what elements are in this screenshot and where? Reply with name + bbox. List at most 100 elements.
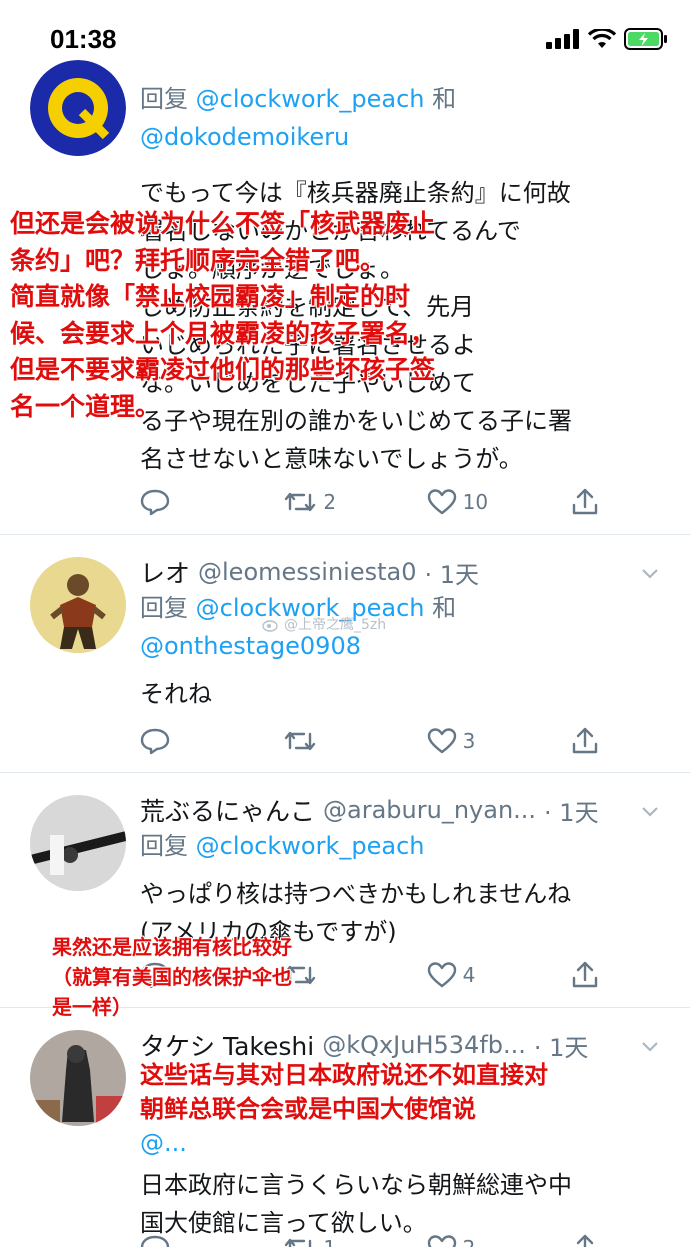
reply-prefix: 回复 (140, 594, 188, 622)
chevron-down-icon[interactable] (638, 799, 662, 823)
tweet-4[interactable]: タケシ Takeshi @kQxJuH534fb... · 1天 @... 日本… (0, 1008, 690, 1247)
like-button[interactable]: 3 (427, 727, 527, 755)
avatar[interactable] (30, 1030, 126, 1126)
tweet-actions: 1 2 (140, 1228, 600, 1247)
mention-link[interactable]: @... (140, 1129, 187, 1157)
share-button[interactable] (570, 487, 600, 517)
like-count: 10 (462, 490, 489, 514)
reply-and: 和 (432, 85, 457, 113)
tweet-actions: 2 10 (140, 482, 600, 522)
tweet-time[interactable]: · 1天 (425, 555, 480, 590)
reply-prefix: 回复 (140, 85, 188, 113)
reply-prefix: 回复 (140, 832, 188, 860)
godzilla-avatar-icon (30, 1030, 126, 1126)
like-count: 3 (462, 729, 476, 753)
retweet-button[interactable]: 1 (283, 1235, 383, 1247)
mention-link[interactable]: @onthestage0908 (140, 632, 361, 660)
avatar[interactable] (30, 557, 126, 653)
chevron-down-icon[interactable] (638, 1034, 662, 1058)
annotation-line: 但还是会被说为什么不签「核武器废止 (10, 209, 436, 238)
reply-and: 和 (432, 594, 457, 622)
battery-charging-icon (624, 28, 667, 50)
author-handle[interactable]: @leomessiniesta0 (198, 558, 416, 586)
like-count: 2 (463, 1236, 476, 1247)
retweet-count: 1 (323, 1236, 336, 1247)
avatar[interactable] (30, 60, 126, 156)
reply-to-line: @... (140, 1124, 660, 1162)
annotation-overlay-3: 这些话与其对日本政府说还不如直接对 朝鲜总联合会或是中国大使馆说 (140, 1058, 680, 1126)
like-button[interactable]: 2 (427, 1234, 527, 1247)
retweet-count: 2 (323, 490, 337, 514)
annotation-line: 这些话与其对日本政府说还不如直接对 (140, 1061, 548, 1089)
tweet-text: それね (140, 680, 212, 708)
annotation-line: 简直就像「禁止校园霸凌」制定的时 (10, 282, 411, 311)
tweet-text-line: やっぱり核は持つべきかもしれませんね (140, 880, 572, 908)
annotation-line: 是一样） (52, 995, 132, 1019)
tweet-time[interactable]: · 1天 (544, 793, 599, 828)
author-name[interactable]: 荒ぶるにゃんこ (140, 792, 315, 828)
tweet-2[interactable]: レオ @leomessiniesta0 · 1天 回复 @clockwork_p… (0, 535, 690, 773)
annotation-line: （就算有美国的核保护伞也 (52, 965, 292, 989)
tweet-text-line: 名させないと意味ないでしょうが。 (140, 445, 523, 473)
retweet-button[interactable]: 2 (283, 489, 383, 515)
retweet-icon (285, 492, 316, 512)
annotation-line: 名一个道理。 (10, 391, 161, 421)
heart-icon (427, 1235, 456, 1247)
q-logo-avatar-icon (30, 60, 126, 156)
share-button[interactable] (570, 1233, 600, 1247)
author-handle[interactable]: @kQxJuH534fb... (322, 1031, 526, 1059)
reply-to-line: 回复 @clockwork_peach 和 @dokodemoikeru (140, 80, 660, 156)
heart-icon (427, 489, 456, 515)
mention-link[interactable]: @clockwork_peach (196, 832, 425, 860)
annotation-line: 果然还是应该拥有核比较好 (52, 935, 292, 959)
retweet-icon (285, 1238, 312, 1247)
like-button[interactable]: 10 (427, 488, 527, 516)
retweet-button[interactable] (283, 728, 383, 754)
watermark-text: @上帝之鹰_5zh (284, 617, 387, 633)
heart-icon (427, 728, 456, 754)
mention-link[interactable]: @dokodemoikeru (140, 123, 349, 151)
weibo-icon (262, 620, 278, 632)
reply-icon (140, 1235, 170, 1247)
reply-to-line: 回复 @clockwork_peach 和 @onthestage0908 (140, 589, 660, 665)
author-handle[interactable]: @araburu_nyan... (323, 796, 536, 824)
tweet-text-line: 日本政府に言うくらいなら朝鮮総連や中 (140, 1171, 572, 1199)
like-count: 4 (462, 963, 476, 987)
annotation-overlay-1: 但还是会被说为什么不签「核武器废止 条约」吧？拜托顺序完全错了吧。 简直就像「禁… (10, 206, 590, 425)
tweet-header: レオ @leomessiniesta0 · 1天 (140, 555, 660, 589)
status-time: 01:38 (50, 24, 117, 54)
share-icon (572, 961, 598, 988)
share-icon (576, 1234, 594, 1247)
like-button[interactable]: 4 (427, 961, 527, 989)
tweet-header: 荒ぶるにゃんこ @araburu_nyan... · 1天 (140, 793, 660, 827)
tweet-actions: 3 (140, 721, 600, 761)
wifi-icon (588, 29, 616, 48)
cellular-signal-icon (546, 29, 579, 49)
heart-icon (427, 962, 456, 988)
tweet-header: タケシ Takeshi @kQxJuH534fb... · 1天 (140, 1028, 660, 1062)
annotation-line: 朝鲜总联合会或是中国大使馆说 (140, 1095, 476, 1123)
annotation-line: 条约」吧？拜托顺序完全错了吧。 (10, 245, 386, 275)
annotation-line: 候、会要求上个月被霸凌的孩子署名， (10, 318, 436, 348)
avatar[interactable] (30, 795, 126, 891)
reply-icon (140, 489, 170, 516)
reply-icon (140, 728, 170, 755)
share-button[interactable] (570, 960, 600, 990)
author-name[interactable]: レオ (140, 554, 190, 590)
reply-to-line: 回复 @clockwork_peach (140, 827, 660, 865)
soccer-player-avatar-icon (30, 557, 126, 653)
reply-button[interactable] (140, 1234, 240, 1247)
annotation-line: 但是不要求霸凌过他们的那些坏孩子签 (10, 355, 436, 384)
weibo-watermark: @上帝之鹰_5zh (262, 614, 386, 634)
share-button[interactable] (570, 726, 600, 756)
mention-link[interactable]: @clockwork_peach (196, 85, 425, 113)
annotation-overlay-2: 果然还是应该拥有核比较好 （就算有美国的核保护伞也 是一样） (52, 932, 392, 1022)
reply-button[interactable] (140, 727, 240, 755)
share-icon (572, 727, 598, 754)
status-icons (546, 28, 668, 50)
share-icon (572, 488, 598, 515)
katana-avatar-icon (30, 795, 126, 891)
reply-button[interactable] (140, 488, 240, 516)
chevron-down-icon[interactable] (638, 561, 662, 585)
retweet-icon (285, 731, 316, 751)
